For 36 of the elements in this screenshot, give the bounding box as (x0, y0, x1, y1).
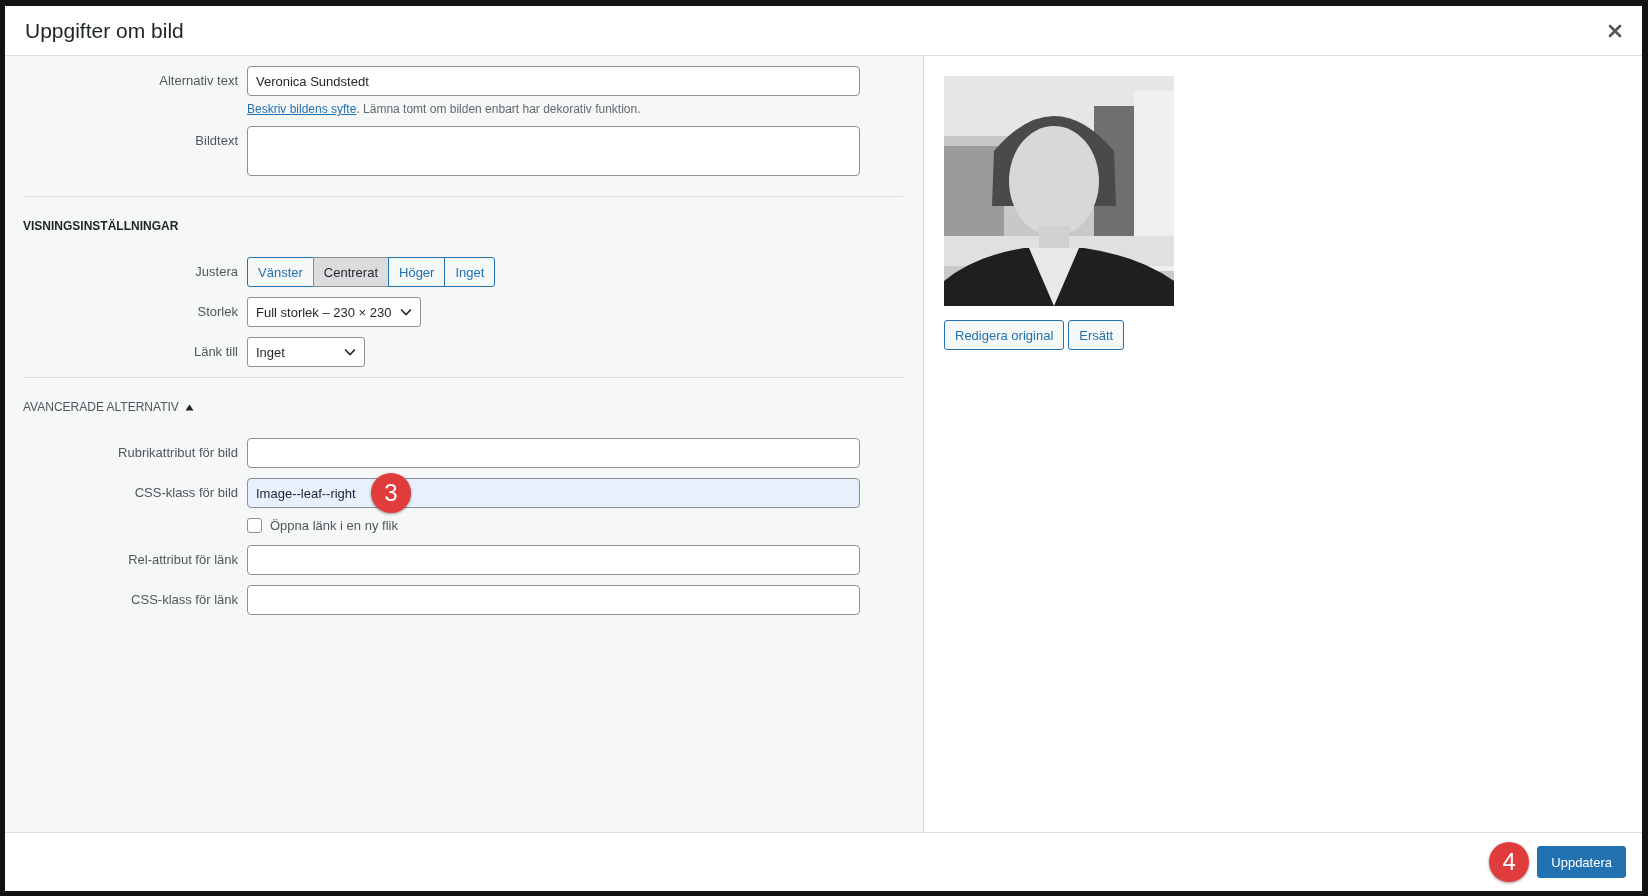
section-heading: VISNINGSINSTÄLLNINGAR (23, 219, 180, 233)
dropdown[interactable]: Inget (247, 337, 365, 367)
update-button[interactable]: Uppdatera (1537, 846, 1626, 878)
field-label: Rubrikattribut för bild (117, 444, 239, 460)
text-field[interactable]: Veronica Sundstedt (247, 66, 860, 96)
dropdown-value: Full storlek – 230 × 230 (256, 304, 392, 320)
caption-textarea[interactable] (247, 126, 860, 176)
field-label: Länk till (192, 343, 239, 359)
text-field[interactable] (247, 585, 860, 615)
section-heading[interactable]: AVANCERADE ALTERNATIV (23, 400, 179, 414)
field-label: CSS-klass för bild (133, 484, 239, 500)
field-label: Bildtext (194, 132, 239, 148)
checkbox-label[interactable]: Öppna länk i en ny flik (270, 518, 398, 533)
text-field[interactable] (247, 438, 860, 468)
align-button[interactable]: Vänster (247, 257, 314, 287)
image-button[interactable]: Ersätt (1068, 320, 1125, 350)
step-marker: 4 (1489, 842, 1530, 882)
align-button[interactable]: Inget (444, 257, 496, 287)
field-label: Storlek (196, 303, 239, 319)
close-icon[interactable] (1608, 23, 1622, 38)
field-label: Justera (194, 263, 239, 279)
help-text: Beskriv bildens syfte. Lämna tomt om bilden enbart har dekorativ funktion. (247, 102, 642, 116)
align-button[interactable]: Höger (388, 257, 446, 287)
field-label: CSS-klass för länk (130, 591, 239, 607)
dropdown-value: Inget (256, 344, 285, 360)
image-button[interactable]: Redigera original (944, 320, 1065, 350)
dialog-title: Uppgifter om bild (25, 18, 184, 43)
chevron-icon (399, 308, 412, 316)
field-label: Rel-attribut för länk (127, 551, 239, 567)
chevron-icon (344, 348, 356, 356)
align-button[interactable]: Centrerat (312, 257, 389, 287)
checkbox[interactable] (247, 518, 262, 533)
step-marker: 3 (371, 473, 411, 513)
text-field[interactable] (247, 545, 860, 575)
dropdown[interactable]: Full storlek – 230 × 230 (247, 297, 421, 327)
field-label: Alternativ text (158, 72, 239, 88)
